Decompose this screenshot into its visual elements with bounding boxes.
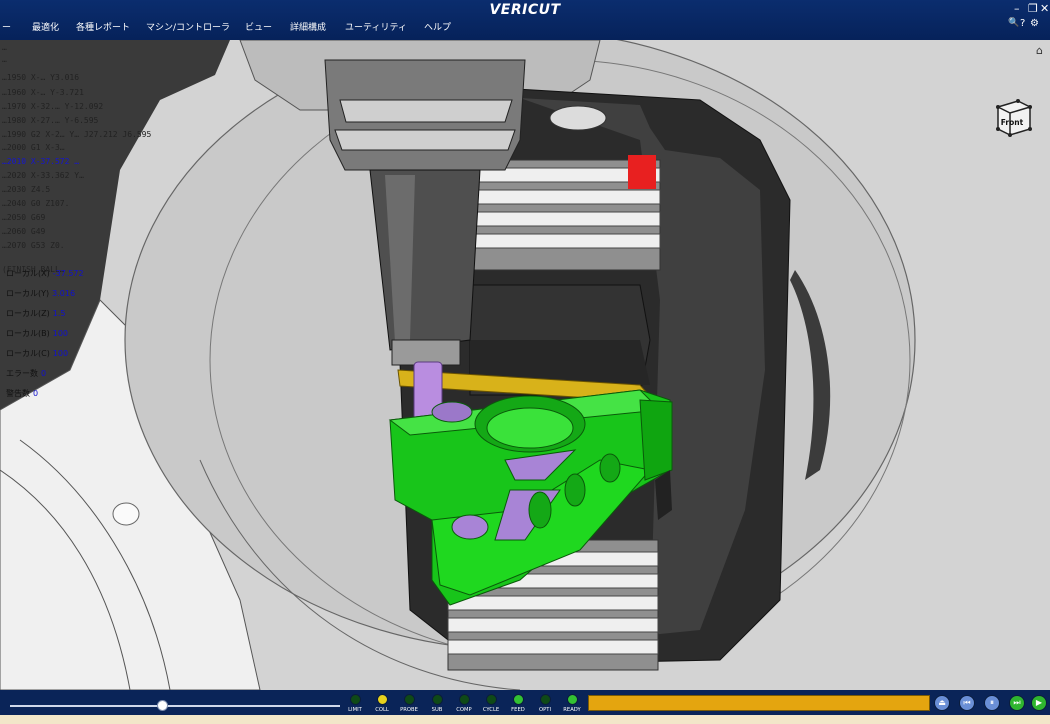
led-indicator — [349, 694, 361, 705]
search-icon[interactable]: 🔍 — [1008, 18, 1019, 28]
led-indicator — [539, 694, 551, 705]
home-icon[interactable]: ⌂ — [1036, 44, 1043, 57]
readout-local-x: ローカル(X) -37.572 — [6, 268, 84, 279]
readout-error-count: エラー数 0 — [6, 368, 46, 379]
led-indicator — [566, 694, 578, 705]
title-bar: VERICUT ー 最適化 各種レポート マシン/コントローラ ビュー 詳細構成… — [0, 0, 1050, 40]
nc-program-overlay: … … …1950 X-… Y3.016 …1960 X-… Y-3.721 …… — [0, 40, 152, 460]
step-button[interactable]: ⏭ — [1009, 695, 1025, 711]
menu-item-configuration[interactable]: 詳細構成 — [290, 20, 326, 33]
nc-line: …1980 X-27.… Y-6.595 — [2, 116, 99, 125]
nc-line: …1970 X-32.… Y-12.092 — [2, 102, 104, 111]
readout-value: 100 — [52, 349, 69, 358]
led-ready: READY — [561, 694, 583, 713]
led-sub: SUB — [426, 694, 448, 713]
readout-value: -37.572 — [52, 269, 84, 278]
menu-item-help[interactable]: ヘルプ — [424, 20, 451, 33]
machine-3d-view[interactable] — [0, 40, 1050, 690]
bottom-strip — [0, 715, 1050, 724]
led-indicator — [431, 694, 443, 705]
slider-thumb[interactable] — [156, 700, 168, 711]
nc-line: …2020 X-33.362 Y… — [2, 171, 84, 180]
nc-line: …2040 G0 Z107. — [2, 199, 70, 208]
led-indicator — [512, 694, 524, 705]
readout-label: ローカル(B) — [6, 329, 50, 338]
help-button[interactable]: ? — [1020, 18, 1025, 29]
led-feed: FEED — [507, 694, 529, 713]
nc-line: …2070 G53 Z0. — [2, 241, 65, 250]
play-button[interactable]: ▶ — [1031, 695, 1047, 711]
menu-item-reports[interactable]: 各種レポート — [76, 20, 130, 33]
menu-item-machine-controller[interactable]: マシン/コントローラ — [146, 20, 230, 33]
readout-local-c: ローカル(C) 100 — [6, 348, 68, 359]
readout-label: ローカル(C) — [6, 349, 50, 358]
nc-line: …1990 G2 X-2… Y… J27.212 J6.595 — [2, 130, 152, 139]
nc-line: …2050 G69 — [2, 213, 46, 222]
readout-label: 警告数 — [6, 389, 30, 398]
readout-local-b: ローカル(B) 100 — [6, 328, 68, 339]
readout-label: ローカル(Y) — [6, 289, 50, 298]
menu-item-file[interactable]: ー — [2, 20, 11, 33]
menu-item-view[interactable]: ビュー — [245, 20, 272, 33]
led-indicator — [403, 694, 415, 705]
view-cube-label: Front — [1001, 118, 1024, 127]
nc-line-active: …2010 X-37.572 … — [2, 157, 80, 166]
led-indicator — [485, 694, 497, 705]
readout-label: ローカル(X) — [6, 269, 50, 278]
readout-value: 1.5 — [52, 309, 66, 318]
readout-local-y: ローカル(Y) 3.016 — [6, 288, 75, 299]
pause-button[interactable]: ⏸ — [984, 695, 1000, 711]
readout-value: 0 — [33, 389, 39, 398]
led-limit: LIMIT — [344, 694, 366, 713]
led-comp: COMP — [453, 694, 475, 713]
readout-label: エラー数 — [6, 369, 38, 378]
led-indicator — [376, 694, 388, 705]
nc-line: …2000 G1 X-3… — [2, 143, 65, 152]
nc-line: … — [2, 43, 7, 52]
simulation-progress-bar — [588, 695, 930, 711]
menu-item-optimize[interactable]: 最適化 — [32, 20, 59, 33]
nc-line: …1950 X-… Y3.016 — [2, 73, 80, 82]
led-opti: OPTI — [534, 694, 556, 713]
nc-line: …1960 X-… Y-3.721 — [2, 88, 84, 97]
window-controls: – ❐ ✕ 🔍 ? ⚙ — [1006, 2, 1049, 36]
view-cube[interactable]: Front — [992, 97, 1034, 139]
readout-value: 0 — [41, 369, 47, 378]
led-cycle: CYCLE — [480, 694, 502, 713]
readout-label: ローカル(Z) — [6, 309, 50, 318]
led-indicator — [458, 694, 470, 705]
rewind-button[interactable]: ⏮ — [959, 695, 975, 711]
restore-button[interactable]: ❐ — [1028, 2, 1038, 15]
led-coll: COLL — [371, 694, 393, 713]
eject-button[interactable]: ⏏ — [934, 695, 950, 711]
minimize-button[interactable]: – — [1014, 2, 1020, 15]
close-button[interactable]: ✕ — [1040, 2, 1049, 15]
readout-value: 100 — [52, 329, 69, 338]
graphics-viewport[interactable]: … … …1950 X-… Y3.016 …1960 X-… Y-3.721 …… — [0, 40, 1050, 690]
nc-line: …2060 G49 — [2, 227, 46, 236]
gear-icon[interactable]: ⚙ — [1030, 18, 1039, 29]
led-probe: PROBE — [398, 694, 420, 713]
nc-line: …2030 Z4.5 — [2, 185, 51, 194]
readout-value: 3.016 — [52, 289, 76, 298]
readout-local-z: ローカル(Z) 1.5 — [6, 308, 65, 319]
nc-line: … — [2, 55, 7, 64]
readout-warning-count: 警告数 0 — [6, 388, 38, 399]
menu-item-utilities[interactable]: ユーティリティ — [345, 20, 407, 33]
app-title: VERICUT — [489, 2, 561, 18]
animation-speed-slider[interactable] — [10, 705, 340, 707]
